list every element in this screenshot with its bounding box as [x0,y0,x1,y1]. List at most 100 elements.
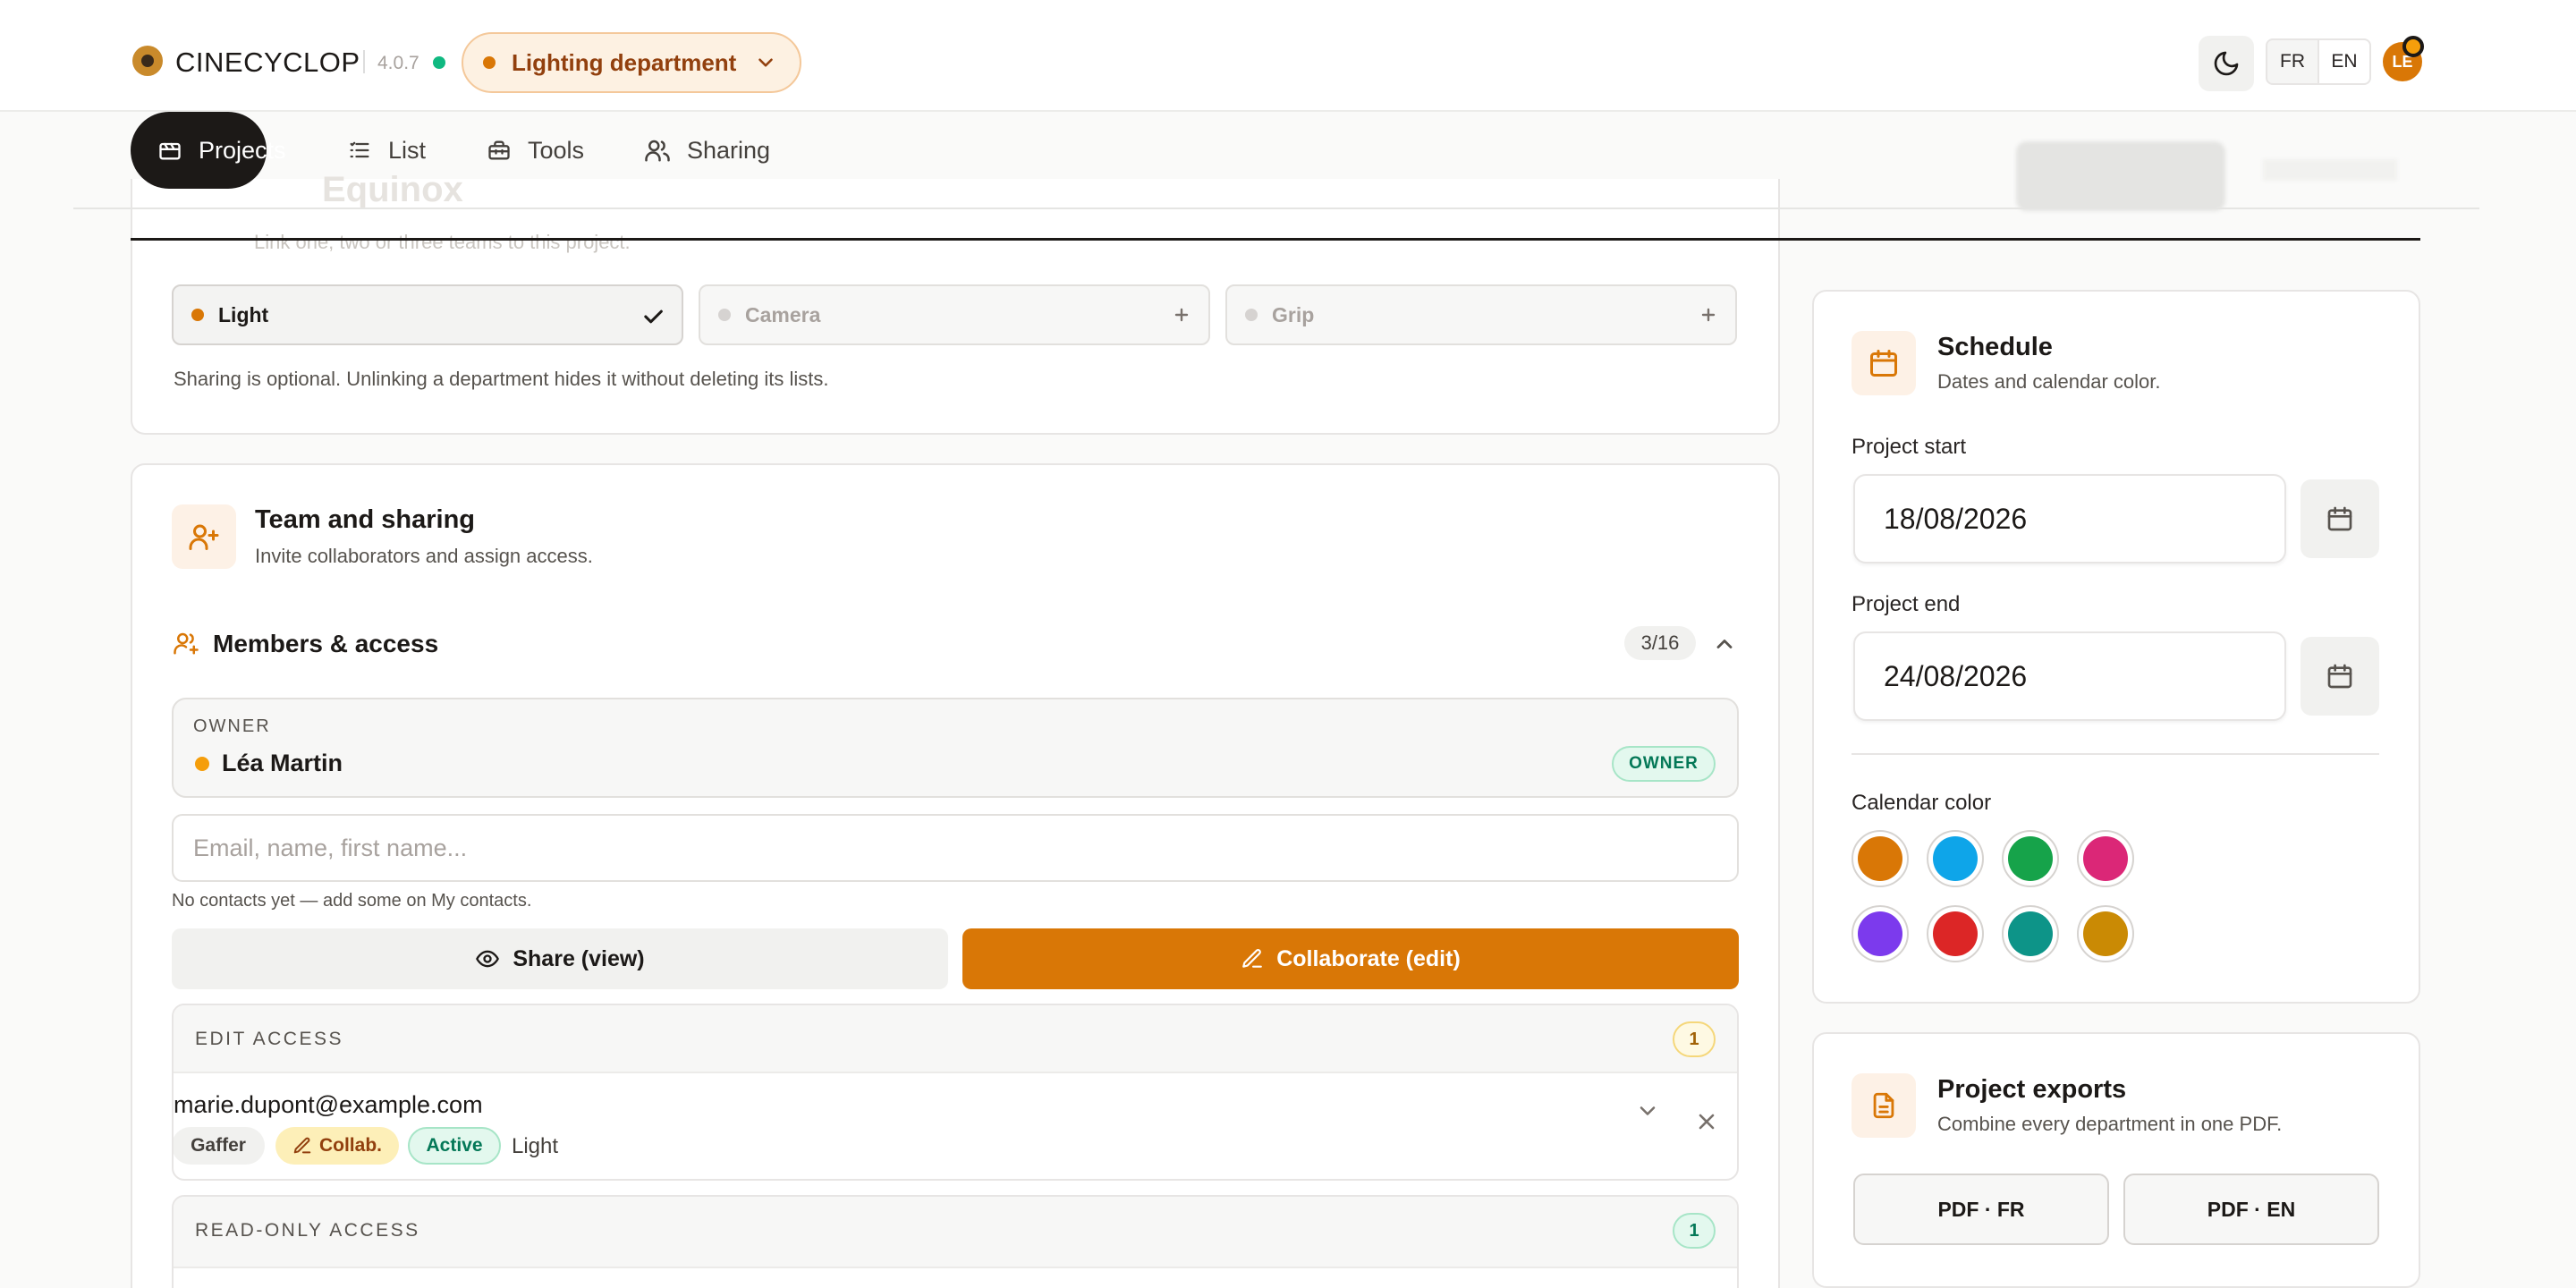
users-plus-icon [173,630,199,657]
nav-tools[interactable]: Tools [487,112,584,189]
calendar-color-label: Calendar color [1852,791,1992,815]
project-start-input[interactable]: 18/08/2026 [1853,474,2286,564]
export-pdf-en-button[interactable]: PDF · EN [2123,1174,2379,1245]
member-role-chip: Gaffer [174,1127,265,1165]
owner-row [172,698,1739,798]
pencil-icon [1241,947,1276,970]
nav-list-label: List [388,136,427,164]
department-dot [191,309,204,321]
calendar-icon [2326,662,2354,691]
project-end-label: Project end [1852,592,1961,616]
color-swatch-teal[interactable] [2002,905,2059,962]
schedule-divider [1852,753,2379,755]
schedule-subtitle: Dates and calendar color. [1937,370,2161,393]
department-name: Light [218,302,269,326]
edit-access-label: EDIT ACCESS [195,1029,343,1049]
member-access-chip: Collab. [275,1127,399,1165]
department-dot [483,56,496,69]
color-swatch-gold[interactable] [2077,905,2134,962]
owner-name: Léa Martin [222,750,343,776]
calendar-icon [1852,331,1916,395]
departments-subtitle: Link one, two or three teams to this pro… [254,231,631,253]
department-switcher[interactable]: Lighting department [462,32,801,93]
collaborate-label: Collaborate (edit) [1276,945,1461,971]
owner-badge: OWNER [1612,746,1716,782]
toolbox-icon [487,138,528,163]
sticky-header-rule [131,238,2420,241]
project-end-calendar-button[interactable] [2301,637,2379,716]
sharing-note: Sharing is optional. Unlinking a departm… [174,368,829,390]
department-toggle-light[interactable]: Light [172,284,683,345]
nav-tools-label: Tools [528,136,585,164]
brand-name: CINECYCLOP [175,47,360,78]
department-dot [718,309,731,321]
chevron-up-icon[interactable] [1712,631,1737,657]
chevron-down-icon [754,51,777,74]
app-header: CINECYCLOP 4.0.7 Lighting department FR … [0,0,2576,112]
app-logo-icon [132,46,163,76]
remove-member-close-icon[interactable] [1694,1109,1719,1134]
owner-label: OWNER [193,716,271,736]
exports-subtitle: Combine every department in one PDF. [1937,1113,2283,1135]
chevron-down-icon[interactable] [1635,1098,1660,1123]
lang-en-button[interactable]: EN [2318,38,2371,85]
plus-icon [1171,304,1192,326]
online-status-dot [433,56,445,69]
member-access-label: Collab. [318,1135,382,1156]
owner-dot [195,757,209,771]
eye-icon [475,946,513,971]
members-access-title: Members & access [213,630,439,657]
department-label: Lighting department [512,48,737,76]
department-dot [1245,309,1258,321]
read-only-access-group: READ-ONLY ACCESS 1 [172,1195,1739,1288]
team-title: Team and sharing [255,505,476,534]
department-toggle-camera[interactable]: Camera [699,284,1210,345]
nav-sharing-label: Sharing [687,136,771,164]
read-only-access-label: READ-ONLY ACCESS [195,1220,420,1241]
invite-search-input[interactable] [172,814,1739,882]
collaborate-edit-button[interactable]: Collaborate (edit) [962,928,1739,989]
file-text-icon [1852,1073,1916,1138]
lang-fr-button[interactable]: FR [2266,38,2319,85]
read-only-access-header: READ-ONLY ACCESS 1 [174,1197,1737,1268]
moon-icon [2212,49,2241,78]
member-status-chip: Active [408,1127,501,1165]
nav-sharing[interactable]: Sharing [644,112,770,189]
color-swatch-violet[interactable] [1852,905,1909,962]
main-nav: Projects List Tools Sharing [0,112,2576,210]
edit-access-group: EDIT ACCESS 1 marie.dupont@example.com G… [172,1004,1739,1181]
nav-projects[interactable]: Projects [131,112,286,189]
color-swatch-green[interactable] [2002,830,2059,887]
project-start-calendar-button[interactable] [2301,479,2379,558]
color-swatch-sky[interactable] [1927,830,1984,887]
exports-title: Project exports [1937,1075,2127,1104]
nav-list[interactable]: List [347,112,426,189]
member-email: marie.dupont@example.com [174,1091,483,1118]
check-icon [640,304,665,329]
theme-toggle-button[interactable] [2199,36,2254,91]
read-only-access-count: 1 [1673,1213,1716,1249]
edit-access-count: 1 [1673,1021,1716,1057]
members-count-badge: 3/16 [1624,626,1696,660]
calendar-icon [2326,504,2354,533]
exports-card [1812,1032,2420,1288]
team-subtitle: Invite collaborators and assign access. [255,545,593,567]
share-view-label: Share (view) [513,945,645,971]
clapperboard-icon [157,138,199,163]
department-name: Grip [1272,302,1315,326]
plus-icon [1698,304,1719,326]
export-pdf-fr-button[interactable]: PDF · FR [1853,1174,2109,1245]
color-swatch-orange[interactable] [1852,830,1909,887]
department-toggle-grip[interactable]: Grip [1225,284,1737,345]
users-icon [644,137,687,164]
list-icon [347,138,388,163]
edit-access-header: EDIT ACCESS 1 [174,1005,1737,1073]
color-swatch-red[interactable] [1927,905,1984,962]
color-swatch-pink[interactable] [2077,830,2134,887]
app-version: 4.0.7 [377,53,419,73]
user-plus-icon [172,504,236,569]
pencil-icon [292,1136,319,1156]
share-view-button[interactable]: Share (view) [172,928,948,989]
notification-badge [2402,36,2424,57]
project-end-input[interactable]: 24/08/2026 [1853,631,2286,721]
